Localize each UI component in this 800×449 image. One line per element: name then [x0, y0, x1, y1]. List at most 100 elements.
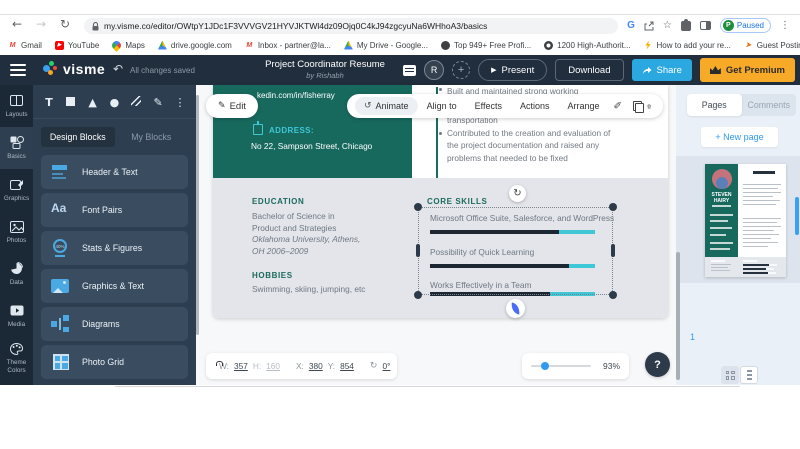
- bookmark-guest-posting[interactable]: ➤Guest Posting Sites...: [744, 41, 800, 50]
- effects-button[interactable]: Effects: [466, 101, 511, 111]
- animation-indicator-button[interactable]: [506, 299, 525, 318]
- zoom-slider-handle[interactable]: [541, 362, 549, 370]
- workspace-scrollbar[interactable]: [196, 95, 199, 335]
- document-title-block[interactable]: Project Coordinator Resume by Rishabh: [225, 59, 425, 80]
- rotate-handle[interactable]: ↻: [509, 185, 526, 202]
- resume-education-text[interactable]: Bachelor of Science in Product and Strat…: [252, 211, 360, 257]
- text-tool[interactable]: T: [41, 96, 57, 109]
- width-field[interactable]: 357: [234, 361, 248, 371]
- animate-button[interactable]: ↺ Animate: [355, 97, 418, 115]
- comments-icon[interactable]: [403, 65, 416, 76]
- tab-pages[interactable]: Pages: [687, 94, 742, 116]
- selection-handle-bottom-right[interactable]: [609, 291, 617, 299]
- page-1-thumbnail[interactable]: STEVEN HAIRY: [705, 164, 786, 277]
- more-tools-icon[interactable]: ⋮: [172, 96, 188, 109]
- reload-icon[interactable]: ↻: [60, 17, 70, 31]
- get-premium-button[interactable]: Get Premium: [700, 58, 795, 82]
- triangle-tool[interactable]: ▲: [85, 96, 101, 109]
- block-header-text[interactable]: Header & Text: [41, 155, 188, 189]
- sidebar-item-media[interactable]: Media: [0, 295, 33, 337]
- tab-design-blocks[interactable]: Design Blocks: [41, 127, 115, 147]
- bookmark-drive[interactable]: drive.google.com: [158, 41, 232, 50]
- bookmark-youtube[interactable]: ▶YouTube: [55, 41, 99, 50]
- bookmark-1200-high[interactable]: 1200 High-Authorit...: [544, 41, 630, 50]
- block-photo-grid[interactable]: Photo Grid: [41, 345, 188, 379]
- grid-view-button[interactable]: [721, 366, 739, 384]
- selection-handle-left[interactable]: [416, 244, 420, 257]
- undo-icon[interactable]: ↶: [113, 62, 123, 76]
- browser-menu-icon[interactable]: ⋮: [780, 20, 790, 31]
- pages-scrollbar[interactable]: [795, 197, 799, 235]
- sidebar-item-photos[interactable]: Photos: [0, 211, 33, 253]
- resume-core-skills-label[interactable]: CORE SKILLS: [427, 197, 487, 206]
- align-to-button[interactable]: Align to: [418, 101, 466, 111]
- block-diagrams[interactable]: Diagrams: [41, 307, 188, 341]
- list-view-button[interactable]: [740, 366, 758, 384]
- block-font-pairs[interactable]: Aa Font Pairs: [41, 193, 188, 227]
- main-menu-icon[interactable]: [10, 64, 26, 76]
- resume-canvas-page[interactable]: Built and maintained strong working kedi…: [213, 85, 668, 318]
- square-tool[interactable]: [63, 96, 79, 109]
- share-page-icon[interactable]: [644, 21, 654, 31]
- selection-bounding-box[interactable]: [418, 207, 613, 295]
- sidebar-item-graphics[interactable]: Graphics: [0, 169, 33, 211]
- resume-education-label[interactable]: EDUCATION: [252, 197, 304, 206]
- new-page-button[interactable]: + New page: [701, 127, 778, 147]
- rotation-field[interactable]: 0°: [382, 361, 390, 371]
- bookmark-my-drive[interactable]: My Drive - Google...: [344, 41, 428, 50]
- bookmark-how-to-add[interactable]: How to add your re...: [644, 41, 731, 50]
- x-field[interactable]: 380: [309, 361, 323, 371]
- resume-linkedin[interactable]: kedin.com/in/fisherray: [257, 91, 335, 100]
- selection-handle-top-left[interactable]: [414, 203, 422, 211]
- block-graphics-text[interactable]: Graphics & Text: [41, 269, 188, 303]
- tab-comments[interactable]: Comments: [742, 94, 797, 116]
- help-button[interactable]: ?: [645, 352, 670, 377]
- resume-hobbies-text[interactable]: Swimming, skiing, jumping, etc: [252, 284, 365, 294]
- download-button[interactable]: Download: [555, 59, 623, 81]
- present-button[interactable]: ▶Present: [478, 59, 547, 81]
- side-panel-icon[interactable]: [700, 21, 711, 30]
- magic-quill-icon[interactable]: ✐: [609, 101, 627, 112]
- bookmark-top-949[interactable]: Top 949+ Free Profi...: [441, 41, 531, 50]
- bookmark-star-icon[interactable]: ☆: [663, 20, 672, 31]
- add-collaborator-icon[interactable]: +: [452, 61, 470, 79]
- y-field[interactable]: 854: [340, 361, 354, 371]
- actions-button[interactable]: Actions: [511, 101, 559, 111]
- extensions-icon[interactable]: [681, 21, 691, 31]
- address-bar[interactable]: my.visme.co/editor/OWtpY1JDc1F3VVVGV21HY…: [84, 18, 618, 34]
- user-avatar[interactable]: R: [424, 60, 444, 80]
- selection-handle-right[interactable]: [611, 244, 615, 257]
- delete-icon[interactable]: [647, 101, 651, 112]
- resume-hobbies-label[interactable]: HOBBIES: [252, 271, 293, 280]
- back-icon[interactable]: ←: [12, 17, 22, 31]
- lightning-icon: [644, 41, 653, 50]
- profile-paused-badge[interactable]: P Paused: [720, 18, 771, 33]
- bookmark-maps[interactable]: Maps: [112, 41, 145, 50]
- sidebar-item-layouts[interactable]: Layouts: [0, 85, 33, 127]
- circle-tool[interactable]: ●: [106, 96, 122, 109]
- edit-button[interactable]: ✎ Edit: [206, 94, 258, 118]
- block-stats-figures[interactable]: 40% Stats & Figures: [41, 231, 188, 265]
- forward-icon[interactable]: →: [36, 17, 46, 31]
- resume-experience-text[interactable]: transportation Contributed to the creati…: [447, 114, 657, 164]
- duplicate-icon[interactable]: [633, 101, 637, 111]
- resume-address-label[interactable]: ADDRESS:: [269, 126, 314, 135]
- arrange-button[interactable]: Arrange: [558, 101, 608, 111]
- sidebar-item-theme-colors[interactable]: Theme Colors: [0, 337, 33, 379]
- visme-logo[interactable]: visme: [42, 61, 105, 77]
- resume-address-value[interactable]: No 22, Sampson Street, Chicago: [251, 141, 372, 151]
- pen-tool[interactable]: ✎: [150, 96, 166, 109]
- selection-handle-top-right[interactable]: [609, 203, 617, 211]
- zoom-slider[interactable]: [531, 365, 591, 367]
- tab-my-blocks[interactable]: My Blocks: [115, 127, 189, 147]
- height-field[interactable]: 160: [266, 361, 280, 371]
- sidebar-item-basics[interactable]: Basics: [0, 127, 33, 169]
- bookmark-inbox[interactable]: MInbox - partner@la...: [245, 41, 331, 50]
- share-button[interactable]: Share: [632, 59, 692, 81]
- line-tool[interactable]: [128, 96, 144, 109]
- selection-handle-bottom-left[interactable]: [414, 291, 422, 299]
- panel-scrollbar[interactable]: [676, 252, 680, 380]
- bookmark-gmail[interactable]: MGmail: [8, 41, 42, 50]
- google-account-icon[interactable]: G: [627, 20, 635, 31]
- sidebar-item-data[interactable]: Data: [0, 253, 33, 295]
